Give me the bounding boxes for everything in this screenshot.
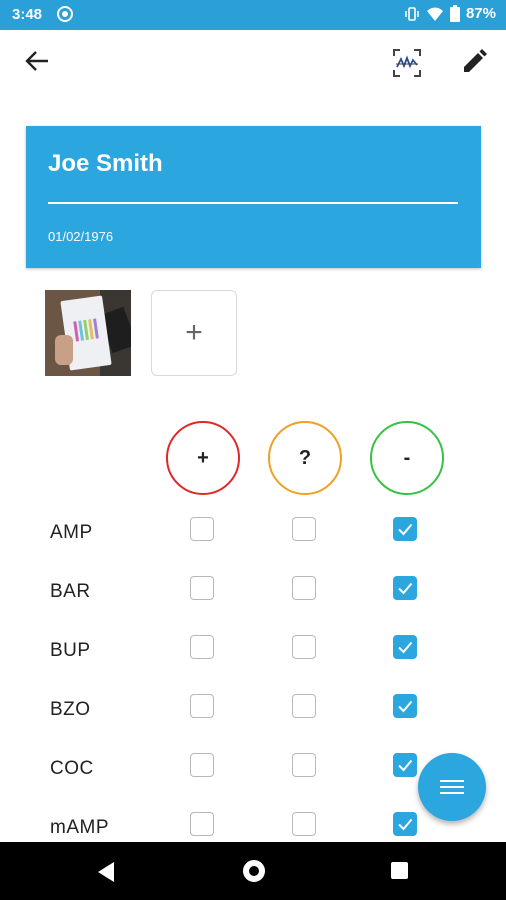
- nav-back-icon[interactable]: [96, 861, 116, 883]
- checkbox-negative[interactable]: [393, 753, 417, 777]
- test-name: BZO: [50, 699, 91, 720]
- add-photo-label: +: [185, 316, 203, 349]
- test-photo-thumbnail[interactable]: [45, 290, 131, 376]
- test-name: mAMP: [50, 817, 109, 838]
- wifi-icon: [426, 7, 443, 21]
- checkbox-negative[interactable]: [393, 635, 417, 659]
- status-time: 3:48: [12, 6, 43, 23]
- patient-name: Joe Smith: [48, 150, 163, 177]
- battery-percent: 87%: [465, 5, 496, 22]
- checkbox-positive[interactable]: [190, 576, 214, 600]
- edit-pencil-icon[interactable]: [460, 48, 488, 76]
- checkbox-positive[interactable]: [190, 812, 214, 836]
- back-arrow-icon[interactable]: [22, 46, 52, 76]
- checkbox-negative[interactable]: [393, 694, 417, 718]
- status-bar: 3:48 87%: [0, 0, 506, 30]
- vibrate-icon: [405, 6, 419, 21]
- add-photo-button[interactable]: +: [151, 290, 237, 376]
- checkbox-unknown[interactable]: [292, 694, 316, 718]
- patient-dob: 01/02/1976: [48, 229, 114, 244]
- scan-signature-icon[interactable]: [392, 48, 422, 78]
- checkbox-negative[interactable]: [393, 517, 417, 541]
- battery-icon: [449, 5, 460, 22]
- checkbox-positive[interactable]: [190, 694, 214, 718]
- checkbox-unknown[interactable]: [292, 812, 316, 836]
- nav-recents-icon[interactable]: [391, 862, 408, 879]
- system-nav-bar: [0, 842, 506, 900]
- card-divider: [48, 202, 458, 204]
- result-header-unknown: ?: [268, 421, 342, 495]
- menu-lines-icon: [440, 780, 464, 794]
- test-name: AMP: [50, 522, 93, 543]
- patient-card[interactable]: Joe Smith 01/02/1976: [26, 126, 481, 268]
- test-row: BZO: [0, 689, 506, 729]
- result-header-negative: -: [370, 421, 444, 495]
- result-header-positive: +: [166, 421, 240, 495]
- checkbox-positive[interactable]: [190, 517, 214, 541]
- nav-home-icon[interactable]: [243, 860, 265, 882]
- checkbox-unknown[interactable]: [292, 635, 316, 659]
- checkbox-negative[interactable]: [393, 812, 417, 836]
- checkbox-unknown[interactable]: [292, 753, 316, 777]
- test-row: AMP: [0, 512, 506, 552]
- checkbox-unknown[interactable]: [292, 576, 316, 600]
- test-name: COC: [50, 758, 94, 779]
- test-name: BAR: [50, 581, 91, 602]
- test-row: BAR: [0, 571, 506, 611]
- checkbox-unknown[interactable]: [292, 517, 316, 541]
- checkbox-positive[interactable]: [190, 753, 214, 777]
- test-row: BUP: [0, 630, 506, 670]
- checkbox-negative[interactable]: [393, 576, 417, 600]
- menu-fab-button[interactable]: [418, 753, 486, 821]
- test-name: BUP: [50, 640, 91, 661]
- sync-icon: [57, 6, 73, 22]
- checkbox-positive[interactable]: [190, 635, 214, 659]
